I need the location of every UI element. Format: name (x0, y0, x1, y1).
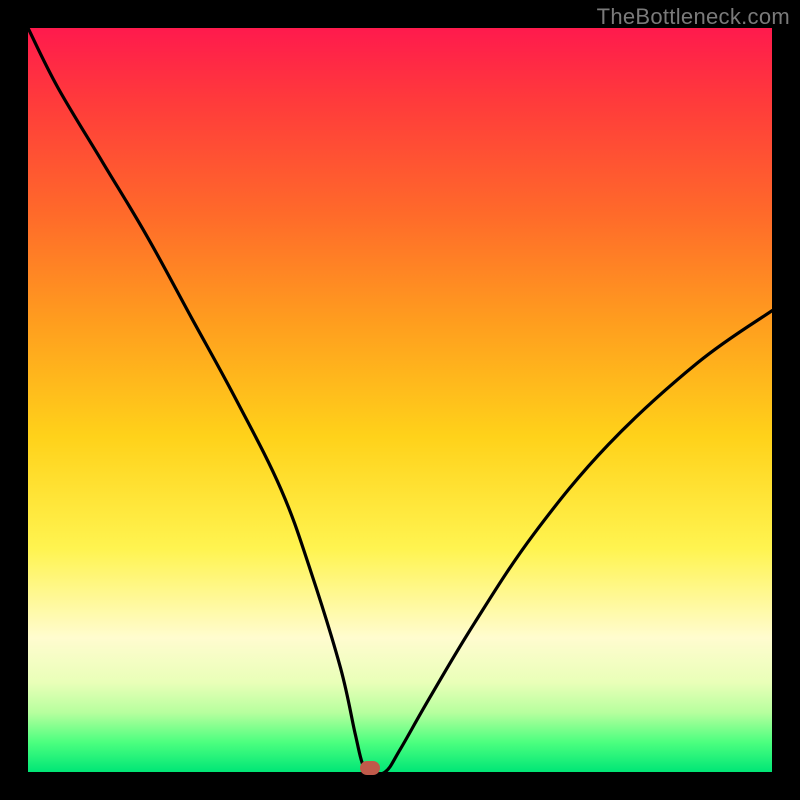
plot-area (28, 28, 772, 772)
watermark-text: TheBottleneck.com (597, 4, 790, 30)
chart-frame: TheBottleneck.com (0, 0, 800, 800)
bottleneck-curve (28, 28, 772, 772)
optimal-marker (360, 761, 380, 775)
